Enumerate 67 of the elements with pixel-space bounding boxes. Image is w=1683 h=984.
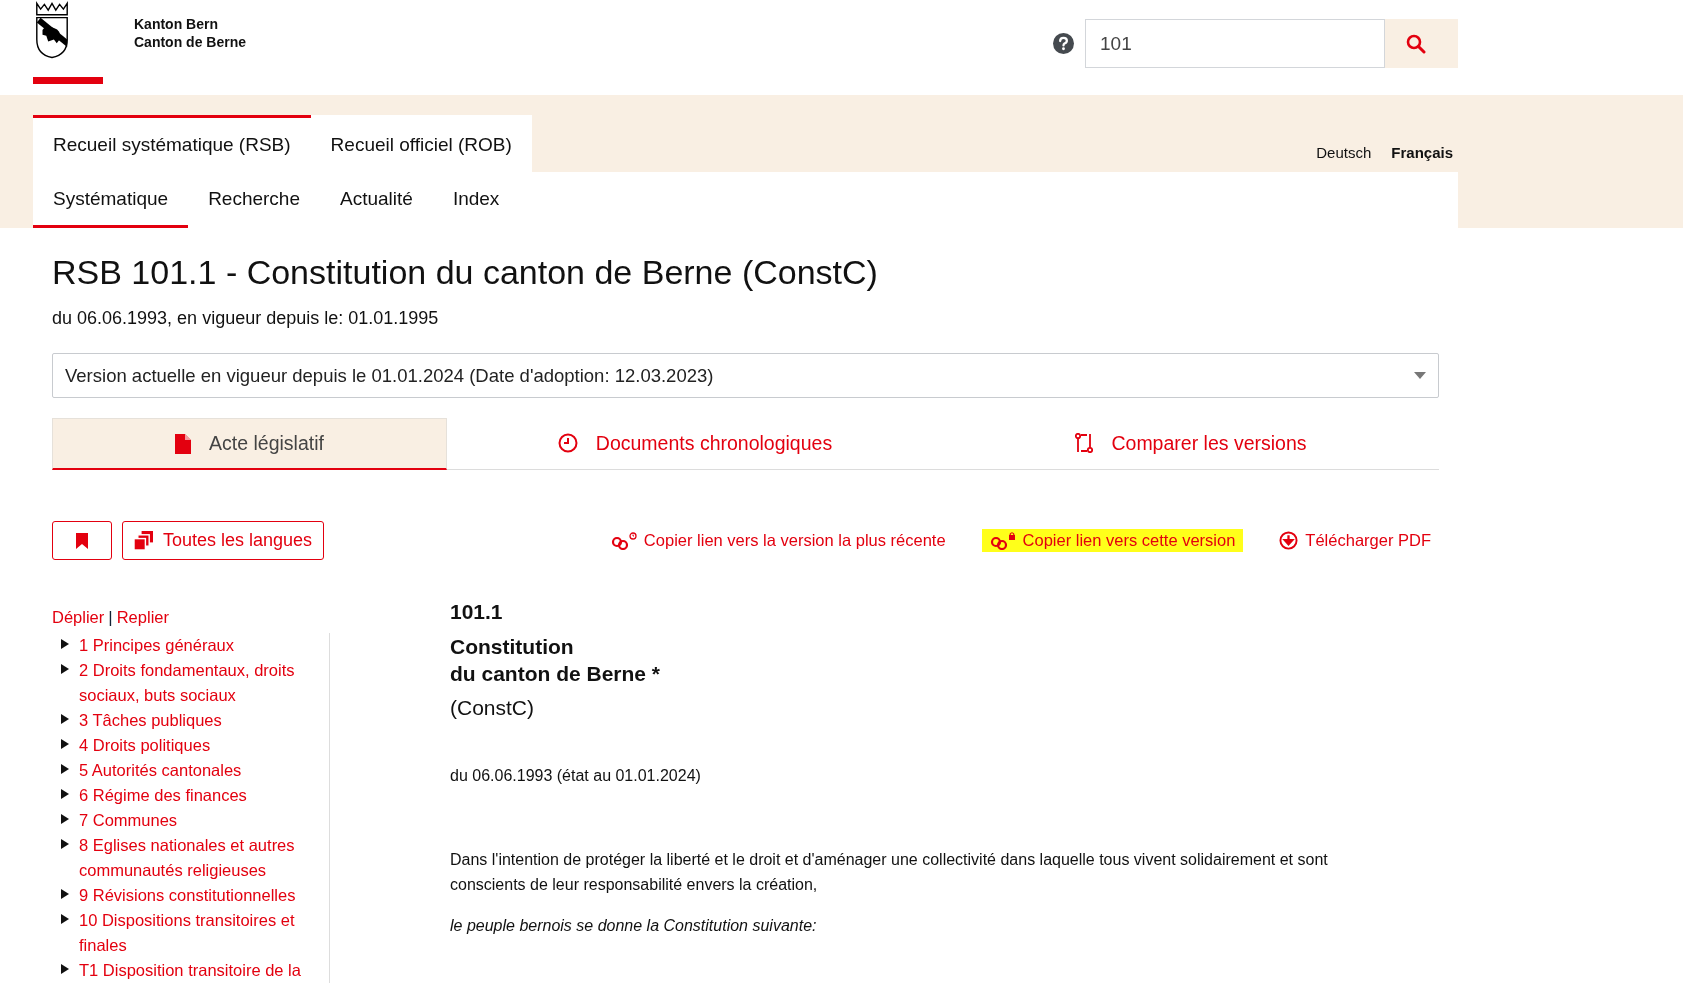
expand-link[interactable]: Déplier bbox=[52, 608, 105, 627]
collection-tab[interactable]: Recueil officiel (ROB) bbox=[310, 115, 532, 172]
document-icon bbox=[175, 433, 192, 454]
law-number: 101.1 bbox=[450, 600, 504, 624]
toc-link[interactable]: 7 Communes bbox=[79, 808, 309, 833]
action-link[interactable]: Copier lien vers cette version bbox=[981, 529, 1244, 552]
collapsed-triangle-icon[interactable] bbox=[60, 964, 70, 974]
brand-name: Canton de Berne bbox=[134, 33, 246, 51]
collapse-link[interactable]: Replier bbox=[116, 608, 169, 627]
collapsed-triangle-icon[interactable] bbox=[60, 814, 70, 824]
toc-link[interactable]: 8 Eglises nationales et autres communautés religieuses bbox=[79, 833, 309, 883]
toc-link[interactable]: 6 Régime des finances bbox=[79, 783, 309, 808]
toc-link[interactable]: 3 Tâches publiques bbox=[79, 708, 309, 733]
preamble-text: Dans l'intention de protéger la liberté et le droit et d'aménager une collectivité dans laquelle tous vivent solidairement et sont conscients de leur responsabilité envers la création, bbox=[450, 850, 1329, 895]
bookmark-icon bbox=[76, 532, 88, 549]
collapsed-triangle-icon[interactable] bbox=[60, 914, 70, 924]
collapsed-triangle-icon[interactable] bbox=[60, 889, 70, 899]
view-tab[interactable]: Comparer les versions bbox=[943, 418, 1439, 470]
collapsed-triangle-icon[interactable] bbox=[60, 764, 70, 774]
view-tab[interactable]: Documents chronologiques bbox=[447, 418, 943, 470]
toc-link[interactable]: 9 Révisions constitutionnelles bbox=[79, 883, 309, 908]
language-link[interactable]: Français bbox=[1391, 144, 1453, 161]
caret-icon bbox=[1414, 372, 1426, 379]
search-field[interactable]: 101 bbox=[1085, 19, 1385, 68]
document-date: du 06.06.1993 (état au 01.01.2024) bbox=[450, 767, 702, 785]
version-dropdown[interactable]: Version actuelle en vigueur depuis le 01.01.2024 (Date d'adoption: 12.03.2023) bbox=[52, 353, 1439, 398]
language-link[interactable]: Deutsch bbox=[1316, 144, 1372, 161]
chain-link-clock-icon bbox=[610, 531, 637, 550]
compare-icon bbox=[1075, 433, 1094, 453]
document-title: Constitution bbox=[450, 634, 575, 660]
all-languages-button[interactable]: Toutes les langues bbox=[122, 521, 325, 560]
brand-name: Kanton Bern bbox=[134, 15, 219, 33]
law-subtitle: du 06.06.1993, en vigueur depuis le: 01.01.1995 bbox=[52, 308, 440, 329]
separator-text: | bbox=[108, 608, 113, 628]
accent-bar bbox=[33, 77, 103, 84]
action-link[interactable]: Copier lien vers la version la plus récente bbox=[602, 529, 954, 552]
toc-link[interactable]: 10 Dispositions transitoires et finales bbox=[79, 908, 309, 958]
closing-text: le peuple bernois se donne la Constitution suivante: bbox=[450, 917, 818, 935]
search-icon bbox=[1406, 33, 1426, 54]
collapsed-triangle-icon[interactable] bbox=[60, 664, 70, 674]
nav-tab[interactable]: Actualité bbox=[320, 172, 433, 228]
chain-link-lock-icon bbox=[989, 531, 1016, 550]
nav-tab[interactable]: Systématique bbox=[33, 172, 189, 228]
toc-link[interactable]: 1 Principes généraux bbox=[79, 633, 309, 658]
toc-link[interactable]: 2 Droits fondamentaux, droits sociaux, buts sociaux bbox=[79, 658, 309, 708]
collapsed-triangle-icon[interactable] bbox=[60, 639, 70, 649]
collapsed-triangle-icon[interactable] bbox=[60, 739, 70, 749]
document-title: du canton de Berne * bbox=[450, 661, 662, 687]
clock-icon bbox=[557, 433, 578, 453]
bookmark-button[interactable] bbox=[52, 521, 112, 560]
toc-link[interactable]: 4 Droits politiques bbox=[79, 733, 309, 758]
collapsed-triangle-icon[interactable] bbox=[60, 714, 70, 724]
collapsed-triangle-icon[interactable] bbox=[60, 839, 70, 849]
help-icon[interactable] bbox=[1053, 33, 1074, 54]
collapsed-triangle-icon[interactable] bbox=[60, 789, 70, 799]
law-title: RSB 101.1 - Constitution du canton de Berne (ConstC) bbox=[52, 252, 879, 293]
copy-stack-icon bbox=[134, 531, 153, 550]
download-icon bbox=[1279, 531, 1299, 550]
search-button[interactable] bbox=[1385, 19, 1458, 68]
nav-tab[interactable]: Recherche bbox=[188, 172, 320, 228]
abbreviation: (ConstC) bbox=[450, 696, 535, 720]
action-link[interactable]: Télécharger PDF bbox=[1271, 529, 1439, 552]
coat-of-arms-icon[interactable] bbox=[33, 0, 71, 60]
nav-tab[interactable]: Index bbox=[432, 172, 520, 228]
toc-link[interactable]: 5 Autorités cantonales bbox=[79, 758, 309, 783]
view-tab[interactable]: Acte législatif bbox=[52, 418, 447, 470]
toc-link[interactable]: T1 Disposition transitoire de la bbox=[79, 958, 309, 983]
